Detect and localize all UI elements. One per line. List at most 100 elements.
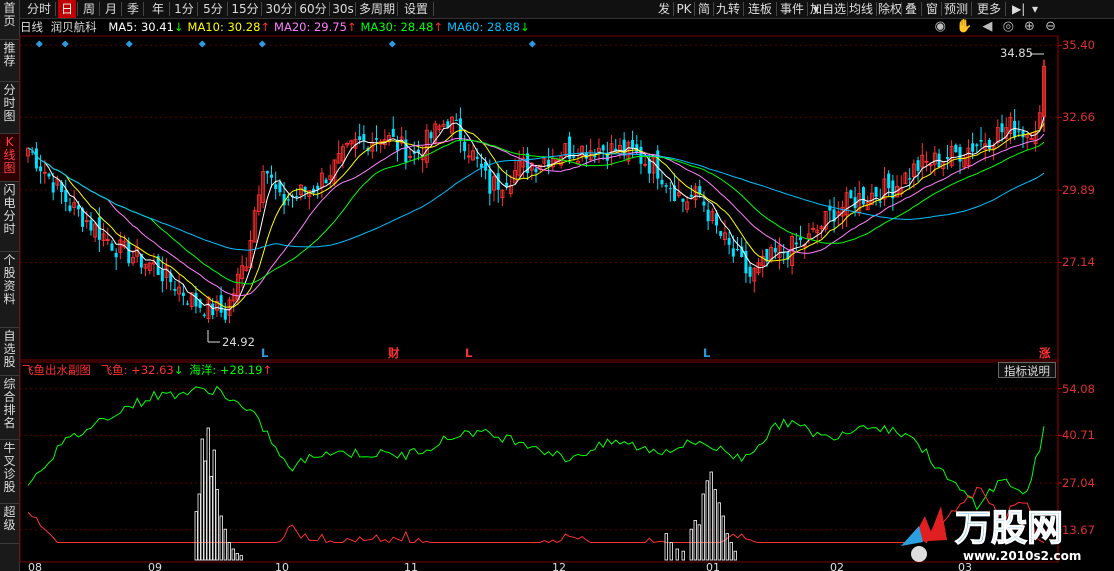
- candle-body-down: [593, 155, 597, 158]
- indicator-bar: [721, 515, 725, 561]
- chart-canvas[interactable]: 34.8524.92L 财 L L 涨08 09 10 11 12 01 02 03: [0, 0, 1114, 571]
- candle-body-down: [202, 314, 206, 316]
- price-tick-0: 35.40: [1062, 38, 1095, 53]
- logo-url: www.2010s2.com: [963, 549, 1081, 563]
- price-tick-1: 32.66: [1062, 110, 1095, 125]
- indicator-bar: [705, 480, 709, 561]
- event-marker-3: L: [703, 346, 711, 360]
- candle-body-down: [1021, 131, 1025, 138]
- candle-body-down: [475, 156, 479, 159]
- indicator-bar: [664, 533, 668, 561]
- indicator-bar: [200, 438, 204, 561]
- candle-body-down: [631, 139, 635, 148]
- signal-diamond-icon: [528, 40, 536, 48]
- candle-body-down: [622, 139, 626, 156]
- indicator-bar: [709, 471, 713, 561]
- candle-body-down: [715, 213, 719, 226]
- candle-body-down: [1000, 123, 1004, 133]
- candle-body-down: [47, 173, 51, 177]
- signal-diamond-icon: [388, 40, 396, 48]
- indicator-bar: [729, 542, 733, 561]
- ma-line-60: [27, 147, 1045, 251]
- x-axis-label-6: 02: [830, 561, 844, 571]
- candle-body-down: [979, 139, 983, 142]
- x-axis-label-4: 12: [552, 561, 566, 571]
- candle-body-down: [324, 179, 328, 184]
- candle-body-down: [429, 132, 433, 139]
- candle-body-down: [798, 237, 802, 241]
- candle-body-down: [773, 247, 777, 253]
- indicator-help-button[interactable]: 指标说明: [998, 362, 1056, 378]
- candle-body-down: [908, 178, 912, 180]
- x-axis-label-0: 08: [28, 561, 42, 571]
- candle-body-down: [572, 156, 576, 158]
- candle-body-down: [987, 139, 991, 149]
- indicator-bar: [235, 553, 239, 561]
- indicator-bar: [203, 460, 207, 561]
- indicator-bar: [215, 489, 219, 561]
- indicator-tick-0: 54.08: [1062, 381, 1095, 396]
- indicator-tick-1: 40.71: [1062, 428, 1095, 443]
- candle-body-down: [286, 199, 290, 201]
- indicator-bar: [227, 542, 231, 561]
- candle-body-down: [458, 118, 462, 141]
- candle-body-down: [89, 220, 93, 231]
- candle-body-down: [954, 144, 958, 153]
- indicator-line-haiyang: [27, 385, 1045, 511]
- candle-body-down: [34, 148, 38, 169]
- candle-body-down: [173, 289, 177, 291]
- signal-diamond-icon: [125, 40, 133, 48]
- candle-body-down: [849, 190, 853, 199]
- indicator-bar: [733, 550, 737, 561]
- candle-body-down: [681, 198, 685, 202]
- indicator-bar: [239, 555, 243, 561]
- event-marker-2: L: [465, 346, 473, 360]
- candle-body-down: [958, 147, 962, 162]
- indicator-bar: [669, 542, 673, 561]
- x-axis-label-5: 01: [706, 561, 720, 571]
- x-axis-label-2: 10: [275, 561, 289, 571]
- candle-body-up: [1029, 138, 1034, 140]
- candle-body-down: [727, 237, 731, 245]
- indicator-bar: [194, 511, 198, 561]
- candle-body-down: [110, 243, 114, 251]
- indicator-title: 飞鱼出水副图: [22, 363, 91, 377]
- indicator-bar: [717, 502, 721, 561]
- candle-body-down: [534, 168, 538, 173]
- candle-body-down: [794, 242, 798, 245]
- candle-body-down: [186, 303, 190, 305]
- low-price-label: 24.92: [222, 335, 255, 349]
- candle-body-down: [668, 188, 672, 190]
- candle-body-down: [656, 150, 660, 179]
- high-price-label: 34.85: [1000, 46, 1033, 60]
- candle-body-down: [64, 190, 68, 202]
- event-marker-0: L: [261, 346, 269, 360]
- site-logo: 万股网 www.2010s2.com: [893, 496, 1093, 566]
- indicator-bar: [725, 533, 729, 561]
- indicator-series-0: 飞鱼: +32.63: [100, 363, 174, 377]
- x-axis-label-1: 09: [148, 561, 162, 571]
- candle-body-down: [39, 166, 43, 172]
- candle-body-down: [861, 187, 865, 205]
- signal-diamond-icon: [258, 40, 266, 48]
- candle-body-down: [702, 201, 706, 206]
- indicator-bar: [689, 528, 693, 561]
- indicator-bar: [701, 493, 705, 561]
- candle-body-down: [374, 138, 378, 140]
- candle-body-down: [731, 248, 735, 257]
- candle-body-down: [660, 179, 664, 185]
- candle-body-down: [194, 292, 198, 307]
- event-marker-1: 财: [387, 346, 400, 360]
- candle-body-down: [181, 292, 185, 296]
- indicator-bar: [223, 528, 227, 561]
- candle-body-down: [274, 184, 278, 190]
- indicator-bar: [681, 550, 685, 561]
- candle-body-down: [223, 308, 227, 320]
- candle-body-down: [878, 201, 882, 203]
- candle-body-down: [362, 134, 366, 141]
- candle-body-down: [916, 160, 920, 171]
- indicator-bar: [713, 489, 717, 561]
- price-tick-2: 29.89: [1062, 183, 1095, 198]
- candle-body-down: [1017, 130, 1021, 132]
- indicator-series-1: 海洋: +28.19: [189, 363, 263, 377]
